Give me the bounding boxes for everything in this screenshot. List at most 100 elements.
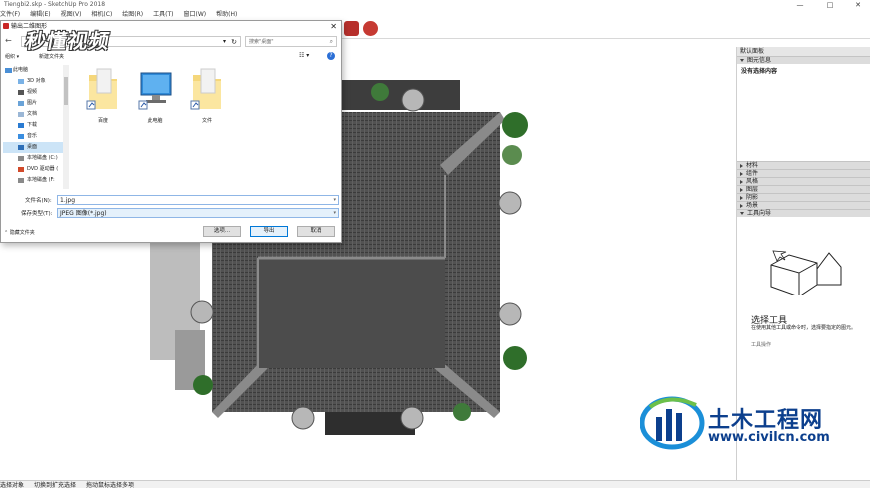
scrollbar-thumb[interactable] (64, 77, 68, 105)
collapse-icon (740, 195, 743, 200)
menu-draw[interactable]: 绘图(R) (122, 11, 143, 18)
collapse-icon (740, 203, 743, 208)
file-name-row: 文件名(N): 1.jpg ▾ (1, 195, 341, 207)
close-window-button[interactable]: ✕ (848, 0, 868, 10)
tree (502, 145, 522, 165)
save-type-select[interactable]: JPEG 图像(*.jpg) ▾ (57, 208, 339, 218)
menu-view[interactable]: 视图(V) (61, 11, 82, 18)
computer-shortcut-icon (138, 72, 172, 110)
entity-info-header[interactable]: 图元信息 (737, 56, 870, 64)
app-titlebar: Tiengbi2.skp - SketchUp Pro 2018 — □ ✕ (0, 0, 870, 10)
download-icon (18, 123, 24, 128)
save-type-label: 保存类型(T): (21, 211, 53, 217)
search-input[interactable]: 搜索"桌面" ⌕ (245, 36, 337, 47)
tray-section-scenes[interactable]: 场景 (737, 201, 870, 209)
file-label: 此电脑 (147, 118, 163, 124)
video-site-watermark: 秒懂视频 (23, 29, 112, 53)
document-icon (18, 112, 24, 117)
file-item-files[interactable]: 文件 (187, 65, 227, 124)
picture-icon (18, 101, 24, 106)
collapse-icon (740, 187, 743, 192)
nav-downloads[interactable]: 下载 (3, 120, 69, 131)
warehouse-icon[interactable] (344, 21, 359, 36)
dialog-close-button[interactable]: ✕ (330, 21, 337, 32)
save-type-row: 保存类型(T): JPEG 图像(*.jpg) ▾ (1, 208, 341, 220)
app-title: Tiengbi2.skp - SketchUp Pro 2018 (4, 1, 106, 8)
help-icon[interactable]: ? (327, 52, 335, 60)
3d-objects-icon (18, 79, 24, 84)
music-icon (18, 134, 24, 139)
chevron-down-icon[interactable]: ▾ (223, 37, 226, 47)
menu-edit[interactable]: 编辑(E) (30, 11, 50, 18)
nav-videos[interactable]: 视频 (3, 87, 69, 98)
nav-this-pc[interactable]: 此电脑 (3, 65, 69, 76)
collapse-icon (740, 179, 743, 184)
menu-file[interactable]: 文件(F) (0, 11, 20, 18)
file-label: 百度 (97, 118, 108, 124)
collapse-icon (740, 171, 743, 176)
cancel-button[interactable]: 取消 (297, 226, 335, 237)
chevron-down-icon[interactable]: ▾ (333, 209, 336, 218)
expand-icon (740, 212, 744, 215)
tray-title: 默认面板 (737, 47, 870, 56)
status-bar: 选择对象 切换到扩充选择 拖动鼠标选择多项 (0, 480, 870, 489)
options-button[interactable]: 选项... (203, 226, 241, 237)
menu-help[interactable]: 帮助(H) (216, 11, 237, 18)
folder-shortcut-icon (86, 68, 117, 110)
tray-section-materials[interactable]: 材料 (737, 161, 870, 169)
column-right (498, 191, 522, 215)
collapse-icon (740, 163, 743, 168)
nav-pictures[interactable]: 图片 (3, 98, 69, 109)
tray-section-components[interactable]: 组件 (737, 169, 870, 177)
column-left (190, 300, 214, 324)
nav-local-disk-f[interactable]: 本地磁盘 (F: (3, 175, 69, 186)
organize-button[interactable]: 组织 ▾ (5, 53, 19, 60)
menu-window[interactable]: 窗口(W) (184, 11, 207, 18)
civilcn-logo-icon (640, 396, 705, 450)
nav-local-disk-c[interactable]: 本地磁盘 (C:) (3, 153, 69, 164)
instructor-description: 在使用其他工具或命令时，选择要指定的图元。 (751, 325, 857, 331)
view-options-button[interactable]: ☷ ▾ (299, 52, 309, 59)
folder-shortcut-icon (190, 68, 221, 110)
new-folder-button[interactable]: 新建文件夹 (39, 53, 64, 60)
file-list: 百度 此电脑 文件 (71, 65, 341, 189)
export-button[interactable]: 导出 (250, 226, 288, 237)
select-tool-illustration-icon (770, 250, 842, 295)
hide-folders-toggle[interactable]: ⌃ 隐藏文件夹 (4, 229, 35, 236)
tree (503, 346, 527, 370)
video-icon (18, 90, 24, 95)
menu-camera[interactable]: 相机(C) (91, 11, 112, 18)
extension-warehouse-icon[interactable] (363, 21, 378, 36)
tree (193, 375, 213, 395)
tree (502, 112, 528, 138)
nav-dvd-drive[interactable]: DVD 驱动器 ( (3, 164, 69, 175)
instructor-panel: 选择工具 在使用其他工具或命令时，选择要指定的图元。 工具操作 (737, 217, 870, 357)
maximize-button[interactable]: □ (820, 0, 840, 10)
tray-section-layers[interactable]: 图层 (737, 185, 870, 193)
menu-bar: 文件(F) 编辑(E) 视图(V) 相机(C) 绘图(R) 工具(T) 窗口(W) 帮助(H) (0, 10, 870, 19)
tray-section-shadows[interactable]: 阴影 (737, 193, 870, 201)
computer-icon (5, 68, 12, 73)
expand-icon (740, 59, 744, 62)
sketchup-icon (3, 23, 9, 29)
file-item-baidu[interactable]: 百度 (83, 65, 123, 124)
minimize-button[interactable]: — (790, 0, 810, 10)
back-button[interactable]: ← (5, 36, 12, 45)
file-name-input[interactable]: 1.jpg ▾ (57, 195, 339, 205)
nav-3d-objects[interactable]: 3D 对象 (3, 76, 69, 87)
instructor-header[interactable]: 工具向导 (737, 209, 870, 217)
nav-documents[interactable]: 文档 (3, 109, 69, 120)
entity-info-panel: 没有选择内容 (737, 64, 870, 161)
nav-desktop[interactable]: 桌面 (3, 142, 69, 153)
menu-tools[interactable]: 工具(T) (153, 11, 173, 18)
dvd-icon (18, 167, 24, 172)
file-item-this-pc[interactable]: 此电脑 (135, 65, 175, 124)
inner-roof (258, 258, 445, 368)
nav-music[interactable]: 音乐 (3, 131, 69, 142)
file-name-label: 文件名(N): (25, 198, 52, 204)
nav-scrollbar[interactable] (63, 65, 69, 189)
refresh-icon[interactable]: ↻ (231, 37, 237, 47)
chevron-down-icon[interactable]: ▾ (333, 196, 336, 205)
desktop-icon (18, 145, 24, 150)
tray-section-styles[interactable]: 风格 (737, 177, 870, 185)
